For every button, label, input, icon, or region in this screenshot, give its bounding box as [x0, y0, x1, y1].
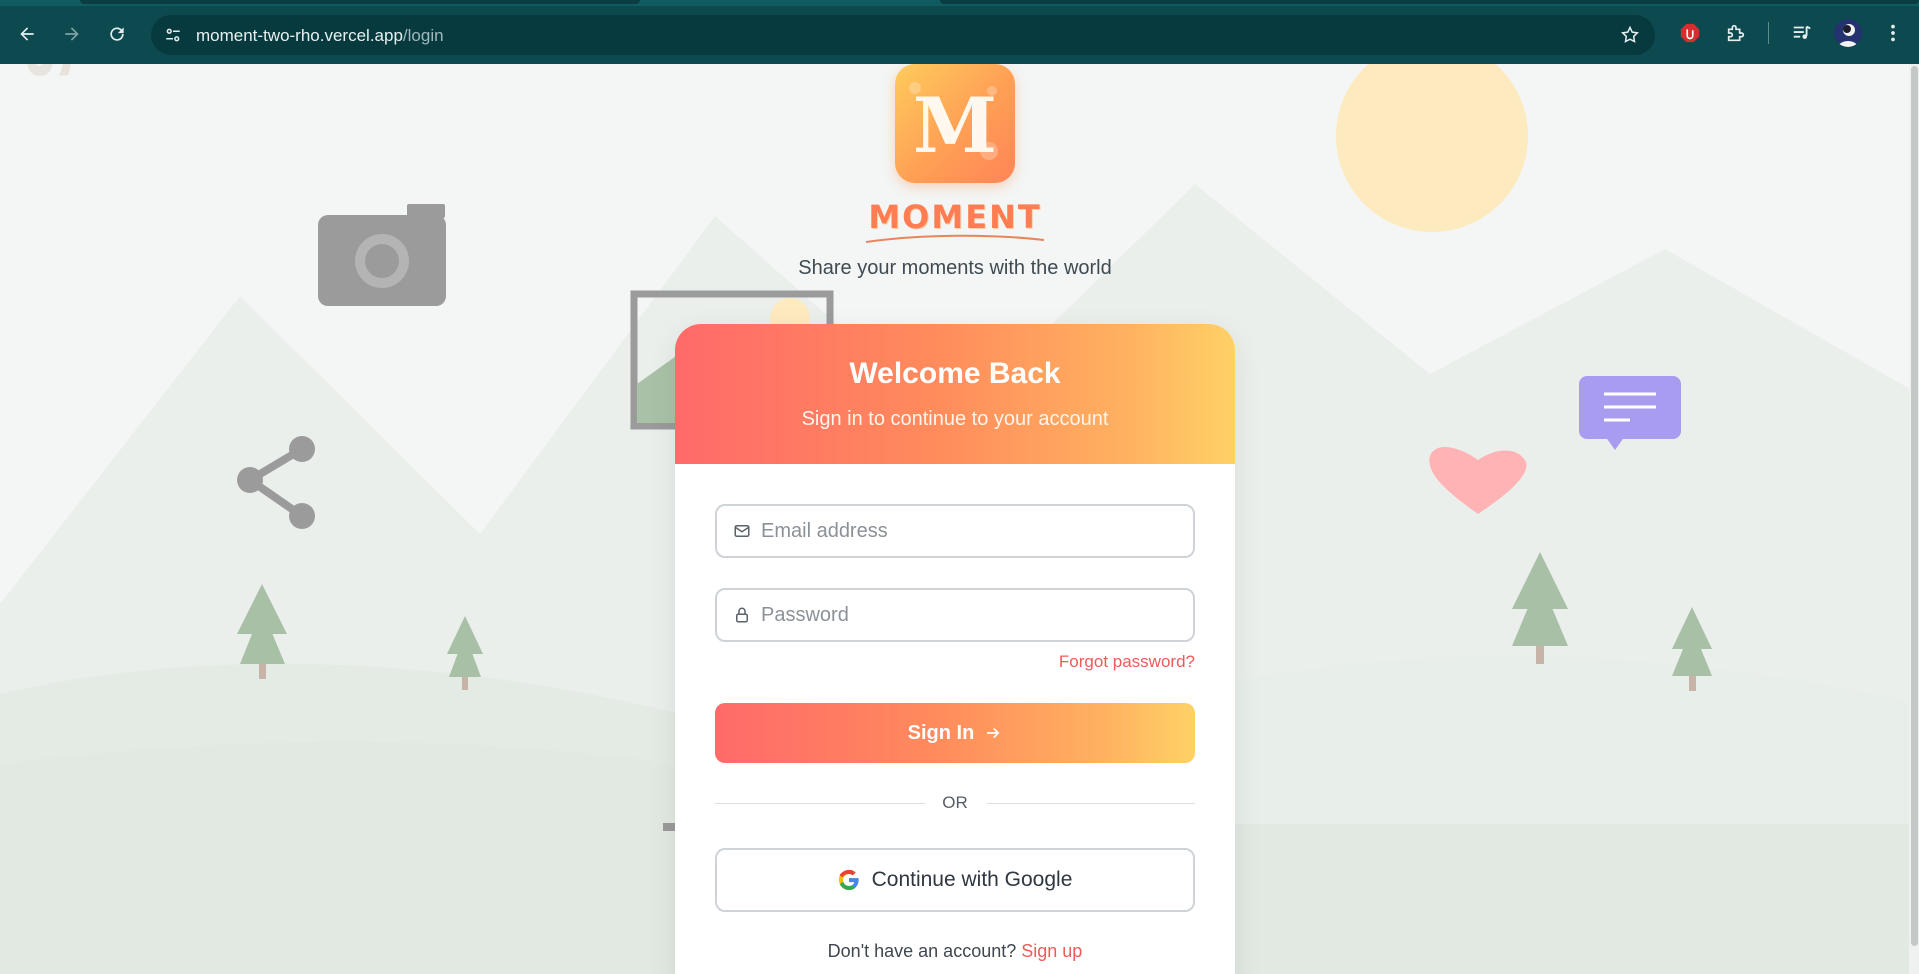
menu-kebab-icon[interactable]: [1880, 20, 1906, 46]
tab-edge: [80, 0, 640, 4]
mail-icon: [734, 525, 750, 537]
card-header: Welcome Back Sign in to continue to your…: [675, 324, 1235, 464]
url-path: /login: [402, 26, 444, 45]
brand-tagline: Share your moments with the world: [798, 257, 1112, 279]
browser-toolbar: moment-two-rho.vercel.app/login: [0, 0, 1919, 64]
media-control-icon[interactable]: [1789, 20, 1815, 46]
back-button[interactable]: [11, 18, 43, 50]
app-logo: M: [895, 64, 1015, 183]
forward-arrow-icon: [65, 27, 79, 41]
faded-text: SH: [16, 64, 84, 80]
site-info-icon[interactable]: [162, 24, 184, 46]
back-arrow-icon: [20, 27, 34, 41]
toolbar-separator: [1768, 22, 1769, 44]
logo-letter: M: [912, 81, 998, 170]
divider-line: [987, 803, 1195, 804]
no-account-text: Don't have an account?: [827, 941, 1017, 961]
sun-shape: [1336, 64, 1528, 232]
email-input[interactable]: [761, 506, 1181, 556]
login-page: SH: [0, 64, 1919, 974]
forward-button[interactable]: [56, 18, 88, 50]
sign-up-link[interactable]: Sign up: [1021, 941, 1082, 961]
adblock-extension-icon[interactable]: [1677, 20, 1703, 46]
arrow-right-icon: [987, 727, 1000, 739]
address-bar[interactable]: moment-two-rho.vercel.app/login: [151, 15, 1655, 55]
google-signin-label: Continue with Google: [871, 868, 1073, 891]
lock-icon: [736, 607, 748, 623]
card-title: Welcome Back: [849, 357, 1061, 390]
brand-name: MOMENT: [868, 198, 1042, 236]
sign-in-button[interactable]: Sign In: [715, 703, 1195, 763]
reload-button[interactable]: [101, 18, 133, 50]
reload-icon: [110, 27, 124, 41]
extensions-puzzle-icon[interactable]: [1723, 20, 1749, 46]
google-logo-icon: [838, 869, 859, 891]
chat-bubble-icon: [1579, 376, 1681, 450]
password-input[interactable]: [761, 590, 1181, 640]
decor-dash: [663, 823, 675, 831]
bookmark-star-icon[interactable]: [1619, 24, 1641, 46]
camera-icon: [318, 204, 446, 306]
password-field[interactable]: [715, 588, 1195, 642]
brand-underline: [865, 234, 1045, 243]
page-scrollbar[interactable]: [1909, 64, 1919, 974]
login-card: Welcome Back Sign in to continue to your…: [675, 324, 1235, 974]
tab-edge: [940, 0, 1919, 4]
forgot-password-link[interactable]: Forgot password?: [1059, 652, 1195, 672]
email-field[interactable]: [715, 504, 1195, 558]
url-host: moment-two-rho.vercel.app: [196, 26, 403, 45]
profile-avatar[interactable]: [1834, 19, 1862, 47]
scrollbar-thumb[interactable]: [1911, 66, 1918, 946]
signup-prompt: Don't have an account? Sign up: [675, 941, 1235, 962]
sign-in-label: Sign In: [907, 721, 975, 744]
google-signin-button[interactable]: Continue with Google: [715, 848, 1195, 912]
url-text: moment-two-rho.vercel.app/login: [196, 26, 444, 46]
card-subtitle: Sign in to continue to your account: [801, 408, 1109, 430]
